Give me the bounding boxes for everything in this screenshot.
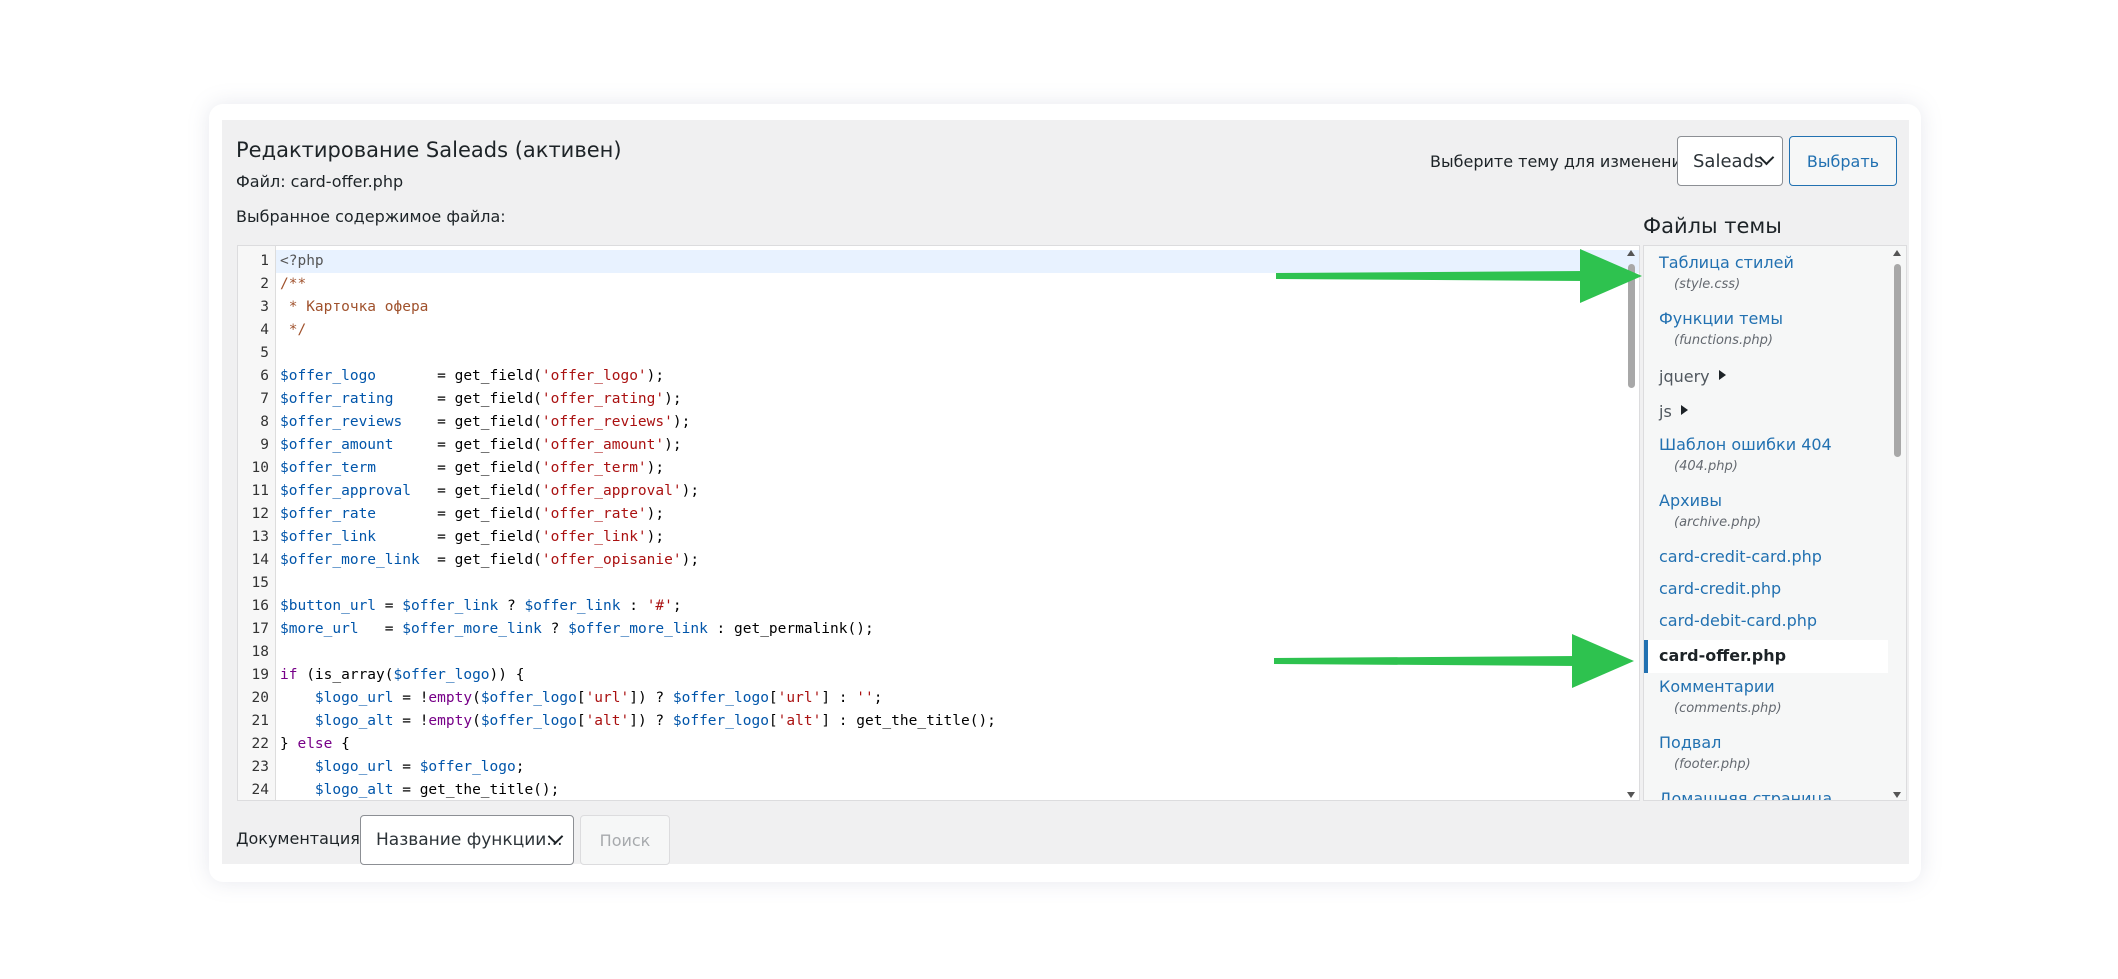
arrow-shaft: [1276, 271, 1586, 281]
arrow-shaft: [1274, 656, 1578, 666]
arrow-head: [1572, 634, 1634, 688]
annotation-arrows: [1274, 249, 1642, 688]
arrow-head: [1580, 249, 1642, 303]
